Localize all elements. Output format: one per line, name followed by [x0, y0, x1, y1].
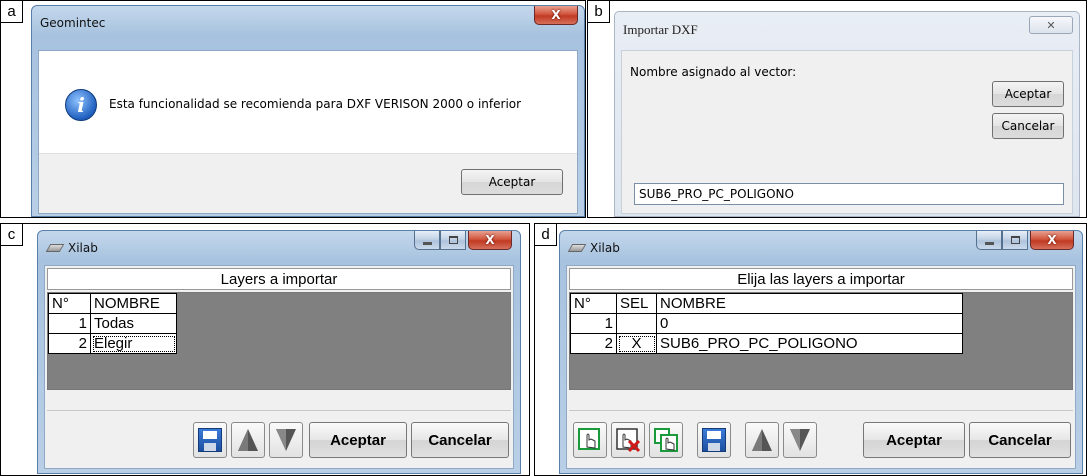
- row-select-cell[interactable]: X: [616, 333, 657, 354]
- close-button[interactable]: X: [1030, 231, 1074, 250]
- panel-c: c Xilab X Layers a importar N° NOMBRE 1: [0, 223, 530, 476]
- arrow-down-icon: [790, 429, 810, 451]
- layers-grid: N° NOMBRE 1 Todas 2 Elegir: [47, 292, 511, 390]
- panel-d: d Xilab X Elija las layers a importar N°…: [534, 223, 1087, 476]
- select-all-button[interactable]: [573, 422, 607, 458]
- layers-table: N° NOMBRE 1 Todas 2 Elegir: [48, 293, 177, 354]
- maximize-button[interactable]: [440, 231, 466, 250]
- vector-name-input[interactable]: SUB6_PRO_PC_POLIGONO: [634, 183, 1064, 205]
- hand-delete-icon: [616, 428, 641, 453]
- table-row[interactable]: 1 Todas: [48, 313, 177, 334]
- column-header-number: N°: [48, 293, 91, 314]
- table-row[interactable]: 2 X SUB6_PRO_PC_POLIGONO: [570, 333, 963, 354]
- vector-name-label: Nombre asignado al vector:: [630, 65, 797, 79]
- column-header-name: NOMBRE: [656, 293, 963, 314]
- geomintec-dialog: Geomintec X i Esta funcionalidad se reco…: [31, 5, 585, 217]
- minimize-button[interactable]: [976, 231, 1002, 250]
- accept-button[interactable]: Aceptar: [309, 422, 407, 458]
- column-header-name: NOMBRE: [90, 293, 177, 314]
- arrow-up-icon: [752, 429, 772, 451]
- column-header-select: SEL: [616, 293, 657, 314]
- row-number: 2: [570, 333, 617, 354]
- move-down-button[interactable]: [269, 422, 303, 458]
- maximize-icon: [448, 236, 458, 244]
- move-up-button[interactable]: [745, 422, 779, 458]
- floppy-disk-icon: [198, 428, 222, 452]
- close-button[interactable]: ✕: [1029, 16, 1073, 34]
- cancel-button[interactable]: Cancelar: [969, 422, 1071, 458]
- dialog-title-bar: Geomintec: [40, 10, 105, 36]
- layers-table: N° SEL NOMBRE 1 0 2 X SUB6_PRO_PC_POLIGO…: [570, 293, 963, 354]
- dialog-client: i Esta funcionalidad se recomienda para …: [38, 50, 578, 214]
- dialog-client: Nombre asignado al vector: Aceptar Cance…: [621, 50, 1073, 214]
- minimize-icon: [422, 241, 432, 245]
- close-button[interactable]: X: [468, 231, 512, 250]
- close-icon: X: [485, 233, 495, 247]
- maximize-button[interactable]: [1002, 231, 1028, 250]
- accept-button[interactable]: Aceptar: [992, 81, 1064, 107]
- save-button[interactable]: [193, 422, 227, 458]
- close-icon: ✕: [1046, 18, 1056, 32]
- panel-b: b Importar DXF ✕ Nombre asignado al vect…: [587, 0, 1087, 218]
- window-title-bar: Xilab: [567, 235, 620, 261]
- eraser-icon: [45, 244, 65, 252]
- panel-label-c: c: [1, 224, 23, 246]
- close-icon: X: [1047, 233, 1057, 247]
- window-title: Xilab: [68, 241, 98, 255]
- panel-label-a: a: [1, 1, 23, 23]
- panel-label-b: b: [588, 1, 610, 23]
- hand-copy-icon: [654, 428, 678, 452]
- dialog-title: Importar DXF: [623, 22, 698, 37]
- accept-button[interactable]: Aceptar: [461, 169, 563, 195]
- minimize-icon: [984, 241, 994, 245]
- move-down-button[interactable]: [783, 422, 817, 458]
- close-button[interactable]: X: [534, 6, 578, 25]
- importar-dxf-dialog: Importar DXF ✕ Nombre asignado al vector…: [614, 11, 1080, 217]
- deselect-all-button[interactable]: [611, 422, 645, 458]
- cancel-button[interactable]: Cancelar: [411, 422, 509, 458]
- row-name[interactable]: Todas: [90, 313, 177, 334]
- table-header-row: N° NOMBRE: [48, 293, 177, 314]
- xilab-window: Xilab X Layers a importar N° NOMBRE 1 To…: [37, 230, 521, 474]
- invert-selection-button[interactable]: [649, 422, 683, 458]
- move-up-button[interactable]: [231, 422, 265, 458]
- info-icon: i: [65, 89, 97, 121]
- arrow-up-icon: [238, 429, 258, 451]
- table-row[interactable]: 1 0: [570, 313, 963, 334]
- arrow-down-icon: [276, 429, 296, 451]
- accept-button[interactable]: Aceptar: [863, 422, 965, 458]
- row-number: 2: [48, 333, 91, 354]
- dialog-title: Geomintec: [40, 16, 106, 30]
- hand-pointer-icon: [578, 428, 600, 450]
- layers-grid: N° SEL NOMBRE 1 0 2 X SUB6_PRO_PC_POLIGO…: [569, 292, 1073, 390]
- row-name[interactable]: 0: [656, 313, 963, 334]
- maximize-icon: [1010, 236, 1020, 244]
- save-button[interactable]: [697, 422, 731, 458]
- row-number: 1: [48, 313, 91, 334]
- row-number: 1: [570, 313, 617, 334]
- eraser-icon: [567, 244, 587, 252]
- cancel-button[interactable]: Cancelar: [992, 113, 1064, 139]
- grid-header: Elija las layers a importar: [569, 268, 1073, 290]
- toolbar-separator: [47, 410, 511, 411]
- window-title: Xilab: [590, 241, 620, 255]
- grid-header: Layers a importar: [47, 268, 511, 290]
- row-select-cell[interactable]: [616, 313, 657, 334]
- table-header-row: N° SEL NOMBRE: [570, 293, 963, 314]
- table-row[interactable]: 2 Elegir: [48, 333, 177, 354]
- panel-label-d: d: [535, 224, 557, 246]
- dialog-message: Esta funcionalidad se recomienda para DX…: [109, 97, 522, 111]
- xilab-window: Xilab X Elija las layers a importar N° S…: [559, 230, 1083, 474]
- window-title-bar: Xilab: [45, 235, 98, 261]
- panel-a: a Geomintec X i Esta funcionalidad se re…: [0, 0, 586, 218]
- row-name[interactable]: Elegir: [90, 333, 177, 354]
- minimize-button[interactable]: [414, 231, 440, 250]
- row-name[interactable]: SUB6_PRO_PC_POLIGONO: [656, 333, 963, 354]
- floppy-disk-icon: [702, 428, 726, 452]
- column-header-number: N°: [570, 293, 617, 314]
- close-icon: X: [551, 8, 561, 22]
- toolbar-separator: [569, 410, 1073, 411]
- window-client: Elija las layers a importar N° SEL NOMBR…: [566, 265, 1076, 469]
- window-client: Layers a importar N° NOMBRE 1 Todas 2 El…: [44, 265, 514, 469]
